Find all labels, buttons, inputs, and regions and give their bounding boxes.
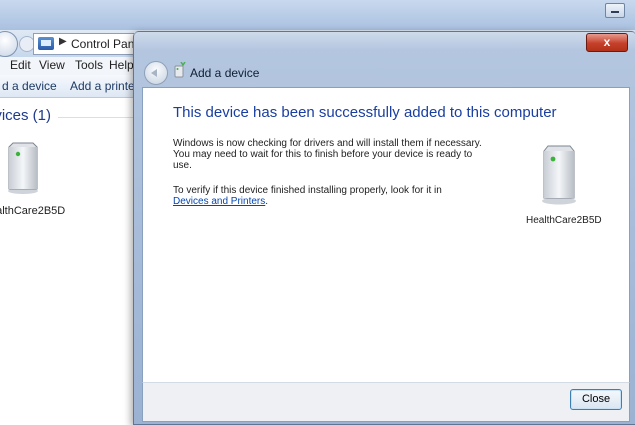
back-arrow-icon[interactable]: [144, 61, 168, 85]
control-panel-icon: [38, 37, 54, 50]
explorer-titlebar: [0, 0, 635, 31]
add-device-dialog: x Add a device This device has been succ…: [133, 31, 635, 425]
dialog-footer: Close: [142, 382, 630, 422]
verify-message-text: To verify if this device finished instal…: [173, 185, 442, 196]
close-icon[interactable]: x: [586, 33, 628, 52]
devices-group-header[interactable]: evices (1): [0, 107, 51, 124]
add-a-device-button[interactable]: d a device: [2, 79, 57, 93]
back-button[interactable]: [0, 31, 18, 57]
dialog-title: Add a device: [190, 66, 260, 80]
verify-message: To verify if this device finished instal…: [173, 185, 493, 207]
devices-and-printers-link[interactable]: Devices and Printers: [173, 196, 265, 207]
dialog-titlebar: [134, 32, 635, 50]
menu-view[interactable]: View: [39, 58, 65, 72]
address-bar[interactable]: ▶ Control Panel: [33, 33, 144, 55]
group-divider: [58, 117, 138, 118]
add-a-printer-button[interactable]: Add a printer: [70, 79, 139, 93]
add-device-wizard-icon: [172, 61, 186, 83]
close-button[interactable]: Close: [570, 389, 622, 410]
pc-tower-icon: [540, 140, 578, 211]
minimize-button[interactable]: [605, 3, 625, 18]
menu-edit[interactable]: Edit: [10, 58, 31, 72]
wizard-header: Add a device: [142, 57, 628, 87]
pc-tower-icon[interactable]: [6, 137, 40, 200]
device-name-label[interactable]: ealthCare2B5D: [0, 205, 65, 217]
success-heading: This device has been successfully added …: [173, 104, 557, 121]
verify-message-period: .: [265, 196, 269, 207]
menu-tools[interactable]: Tools: [75, 58, 103, 72]
breadcrumb-arrow-icon[interactable]: ▶: [59, 36, 67, 47]
device-name-label: HealthCare2B5D: [526, 215, 602, 226]
dialog-content: This device has been successfully added …: [142, 87, 630, 384]
menu-help[interactable]: Help: [109, 58, 134, 72]
driver-install-message: Windows is now checking for drivers and …: [173, 138, 482, 171]
